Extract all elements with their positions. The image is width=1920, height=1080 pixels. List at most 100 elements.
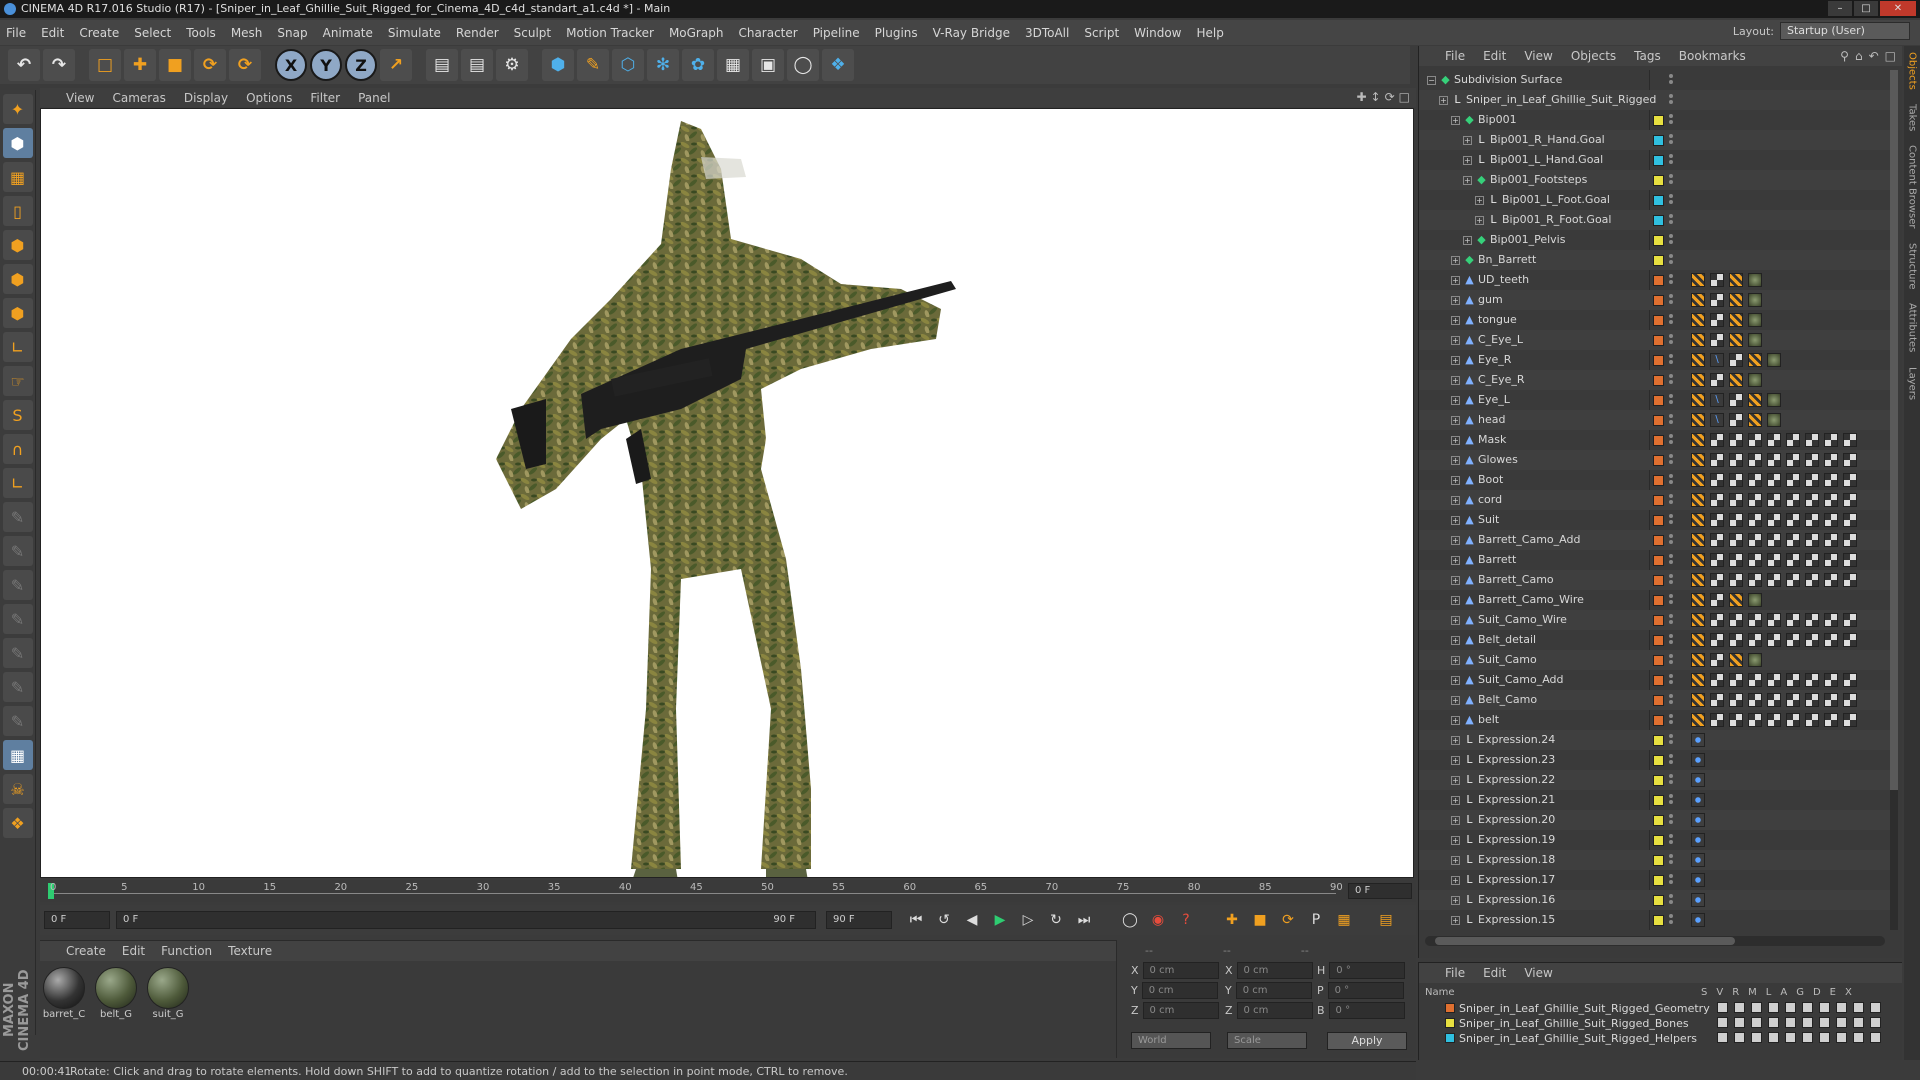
maximize-view-icon[interactable]: □: [1399, 90, 1410, 104]
object-row[interactable]: + L Expression.15: [1419, 910, 1891, 930]
phong-tag-icon[interactable]: [1729, 653, 1743, 667]
phong-tag-icon[interactable]: [1691, 293, 1705, 307]
material-swatch[interactable]: barret_C: [42, 967, 86, 1020]
rotate-icon[interactable]: ⟳: [194, 49, 226, 81]
object-row[interactable]: + L Expression.18: [1419, 850, 1891, 870]
mat-tag-icon[interactable]: [1805, 673, 1819, 687]
layer-color-swatch[interactable]: [1653, 875, 1664, 886]
menu-item-sculpt[interactable]: Sculpt: [514, 26, 551, 40]
mat-tag-icon[interactable]: [1824, 493, 1838, 507]
mat-tag-icon[interactable]: [1710, 453, 1724, 467]
mat-tag-icon[interactable]: [1843, 573, 1857, 587]
dots-tag-icon[interactable]: [1691, 833, 1705, 847]
mat-tag-icon[interactable]: [1748, 553, 1762, 567]
mat-tag-icon[interactable]: [1786, 713, 1800, 727]
ik-tag-icon[interactable]: \: [1710, 413, 1724, 427]
layer-color-swatch[interactable]: [1653, 335, 1664, 346]
visibility-toggle-icon[interactable]: [1669, 614, 1675, 626]
subdivision-surface-icon[interactable]: ⬡: [612, 49, 644, 81]
mat-tag-icon[interactable]: [1748, 573, 1762, 587]
mat-tag-icon[interactable]: [1843, 433, 1857, 447]
object-row[interactable]: + L Bip001_R_Hand.Goal: [1419, 130, 1891, 150]
layer-flag-toggle[interactable]: [1836, 1002, 1847, 1013]
visibility-toggle-icon[interactable]: [1669, 174, 1675, 186]
mat-tag-icon[interactable]: [1843, 453, 1857, 467]
layer-flag-toggle[interactable]: [1717, 1032, 1728, 1043]
layer-color-swatch[interactable]: [1653, 495, 1664, 506]
menu-item-mesh[interactable]: Mesh: [231, 26, 263, 40]
mat-tag-icon[interactable]: [1729, 693, 1743, 707]
phong-tag-icon[interactable]: [1691, 553, 1705, 567]
layer-flag-toggle[interactable]: [1802, 1032, 1813, 1043]
object-row[interactable]: + ▲ Mask: [1419, 430, 1891, 450]
maximize-button[interactable]: □: [1854, 1, 1878, 16]
sculpt-pull-icon[interactable]: ✎: [2, 536, 33, 566]
visibility-toggle-icon[interactable]: [1669, 314, 1675, 326]
mat-tag-icon[interactable]: [1805, 633, 1819, 647]
mat-tag-icon[interactable]: [1729, 493, 1743, 507]
mat-tag-icon[interactable]: [1805, 513, 1819, 527]
mat-tag-icon[interactable]: [1729, 713, 1743, 727]
expand-toggle-icon[interactable]: +: [1451, 596, 1460, 605]
camera-icon[interactable]: ▣: [752, 49, 784, 81]
phong-tag-icon[interactable]: [1691, 593, 1705, 607]
coordinate-mode-dropdown[interactable]: World: [1131, 1032, 1211, 1049]
layer-color-swatch[interactable]: [1653, 775, 1664, 786]
menu-item-character[interactable]: Character: [738, 26, 797, 40]
points-mode-icon[interactable]: ⬢: [2, 230, 33, 260]
frame-range-slider[interactable]: 0 F 90 F: [116, 911, 816, 929]
layer-color-swatch[interactable]: [1653, 515, 1664, 526]
coord-value-field[interactable]: 0 cm: [1141, 982, 1218, 999]
mat-tag-icon[interactable]: [1729, 453, 1743, 467]
phong-tag-icon[interactable]: [1691, 393, 1705, 407]
dots-tag-icon[interactable]: [1691, 773, 1705, 787]
dots-tag-icon[interactable]: [1691, 913, 1705, 927]
render-view-icon[interactable]: ▤: [426, 49, 458, 81]
object-row[interactable]: + L Sniper_in_Leaf_Ghillie_Suit_Rigged: [1419, 90, 1891, 110]
mat-tag-icon[interactable]: [1710, 433, 1724, 447]
layer-flag-toggle[interactable]: [1734, 1002, 1745, 1013]
object-menu-file[interactable]: File: [1445, 49, 1465, 63]
mat-tag-icon[interactable]: [1710, 653, 1724, 667]
mat-tag-icon[interactable]: [1729, 613, 1743, 627]
mat-tag-icon[interactable]: [1710, 333, 1724, 347]
y-axis-lock-button[interactable]: Y: [310, 49, 342, 81]
visibility-toggle-icon[interactable]: [1669, 134, 1675, 146]
mat-tag-icon[interactable]: [1748, 473, 1762, 487]
tex-tag-icon[interactable]: [1767, 393, 1781, 407]
z-axis-lock-button[interactable]: Z: [345, 49, 377, 81]
expand-toggle-icon[interactable]: +: [1451, 476, 1460, 485]
mat-tag-icon[interactable]: [1710, 533, 1724, 547]
live-selection-icon[interactable]: □: [89, 49, 121, 81]
mat-tag-icon[interactable]: [1824, 433, 1838, 447]
expand-toggle-icon[interactable]: +: [1475, 196, 1484, 205]
visibility-toggle-icon[interactable]: [1669, 414, 1675, 426]
expand-toggle-icon[interactable]: +: [1439, 96, 1448, 105]
layer-color-swatch[interactable]: [1653, 475, 1664, 486]
side-tab-attributes[interactable]: Attributes: [1907, 303, 1918, 352]
python-icon[interactable]: ❖: [822, 49, 854, 81]
expand-toggle-icon[interactable]: +: [1451, 576, 1460, 585]
expand-toggle-icon[interactable]: +: [1451, 796, 1460, 805]
menu-item-file[interactable]: File: [6, 26, 26, 40]
dots-tag-icon[interactable]: [1691, 733, 1705, 747]
object-row[interactable]: + ▲ C_Eye_R: [1419, 370, 1891, 390]
expand-toggle-icon[interactable]: +: [1451, 836, 1460, 845]
object-row[interactable]: + ◆ Bn_Barrett: [1419, 250, 1891, 270]
object-row[interactable]: + ▲ Suit: [1419, 510, 1891, 530]
sculpt-smooth-icon[interactable]: ✎: [2, 570, 33, 600]
visibility-toggle-icon[interactable]: [1669, 874, 1675, 886]
expand-toggle-icon[interactable]: +: [1451, 756, 1460, 765]
record-rotation-icon[interactable]: ⟳: [1276, 908, 1300, 932]
layer-flag-toggle[interactable]: [1853, 1017, 1864, 1028]
render-settings-icon[interactable]: ⚙: [496, 49, 528, 81]
phong-tag-icon[interactable]: [1691, 533, 1705, 547]
mat-tag-icon[interactable]: [1729, 433, 1743, 447]
layer-color-swatch[interactable]: [1653, 555, 1664, 566]
mat-tag-icon[interactable]: [1805, 493, 1819, 507]
layer-color-swatch[interactable]: [1653, 595, 1664, 606]
material-menu-edit[interactable]: Edit: [122, 944, 145, 958]
mat-tag-icon[interactable]: [1767, 473, 1781, 487]
move-view-icon[interactable]: ✚: [1356, 90, 1366, 104]
layer-menu-view[interactable]: View: [1524, 966, 1552, 980]
